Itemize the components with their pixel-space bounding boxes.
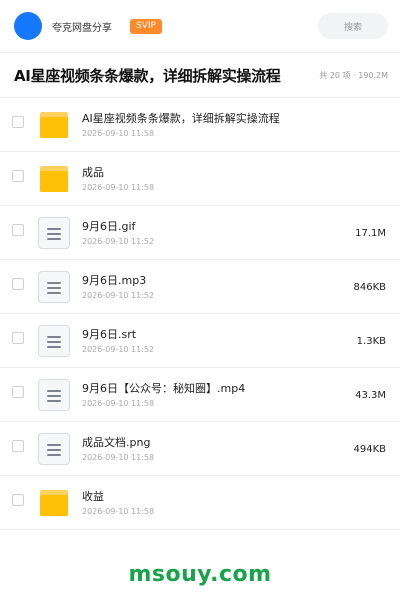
- row-checkbox[interactable]: [12, 494, 24, 506]
- row-checkbox[interactable]: [12, 332, 24, 344]
- document-icon: [37, 216, 71, 250]
- item-summary: 共 20 项 · 190.2M: [319, 70, 388, 80]
- avatar[interactable]: [14, 12, 42, 40]
- row-checkbox[interactable]: [12, 440, 24, 452]
- file-date: 2026-09-10 11:58: [82, 507, 155, 516]
- file-name: 9月6日【公众号：秘知圈】.mp4: [82, 382, 246, 395]
- page-title: AI星座视频条条爆款，详细拆解实操流程: [14, 66, 281, 85]
- folder-icon: [37, 162, 71, 196]
- file-size: 1.3KB: [356, 336, 386, 347]
- list-item[interactable]: 成品 2026-09-10 11:58: [0, 152, 400, 206]
- list-item[interactable]: 成品文档.png 2026-09-10 11:58 494KB: [0, 422, 400, 476]
- file-date: 2026-09-10 11:58: [82, 183, 155, 192]
- document-icon: [37, 432, 71, 466]
- search-placeholder: 搜索: [343, 22, 362, 33]
- file-name: 9月6日.srt: [82, 328, 137, 341]
- file-date: 2026-09-10 11:52: [82, 237, 155, 246]
- svip-badge: SVIP: [130, 18, 162, 34]
- share-name: 夸克网盘分享: [52, 22, 112, 34]
- file-name: AI星座视频条条爆款，详细拆解实操流程: [82, 112, 280, 125]
- file-date: 2026-09-10 11:58: [82, 453, 155, 462]
- list-item[interactable]: 9月6日.gif 2026-09-10 11:52 17.1M: [0, 206, 400, 260]
- document-icon: [37, 270, 71, 304]
- row-checkbox[interactable]: [12, 116, 24, 128]
- file-name: 收益: [82, 490, 104, 503]
- row-checkbox[interactable]: [12, 278, 24, 290]
- folder-title-bar: AI星座视频条条爆款，详细拆解实操流程 共 20 项 · 190.2M: [0, 52, 400, 98]
- file-size: 494KB: [353, 444, 386, 455]
- file-date: 2026-09-10 11:52: [82, 345, 155, 354]
- list-item[interactable]: AI星座视频条条爆款，详细拆解实操流程 2026-09-10 11:58: [0, 98, 400, 152]
- file-name: 9月6日.gif: [82, 220, 136, 233]
- file-size: 43.3M: [355, 390, 386, 401]
- list-item[interactable]: 9月6日.srt 2026-09-10 11:52 1.3KB: [0, 314, 400, 368]
- file-date: 2026-09-10 11:58: [82, 399, 155, 408]
- row-checkbox[interactable]: [12, 224, 24, 236]
- file-name: 9月6日.mp3: [82, 274, 147, 287]
- file-size: 17.1M: [355, 228, 386, 239]
- list-item[interactable]: 9月6日【公众号：秘知圈】.mp4 2026-09-10 11:58 43.3M: [0, 368, 400, 422]
- search-input[interactable]: 搜索: [318, 13, 388, 39]
- document-icon: [37, 378, 71, 412]
- folder-icon: [37, 108, 71, 142]
- file-size: 846KB: [353, 282, 386, 293]
- file-list: AI星座视频条条爆款，详细拆解实操流程 2026-09-10 11:58 成品 …: [0, 98, 400, 530]
- file-name: 成品文档.png: [82, 436, 151, 449]
- row-checkbox[interactable]: [12, 170, 24, 182]
- file-date: 2026-09-10 11:52: [82, 291, 155, 300]
- document-icon: [37, 324, 71, 358]
- file-name: 成品: [82, 166, 104, 179]
- row-checkbox[interactable]: [12, 386, 24, 398]
- site-watermark: msouy.com: [128, 562, 272, 587]
- list-item[interactable]: 收益 2026-09-10 11:58: [0, 476, 400, 530]
- share-header: 夸克网盘分享 SVIP 搜索: [0, 0, 400, 52]
- list-item[interactable]: 9月6日.mp3 2026-09-10 11:52 846KB: [0, 260, 400, 314]
- file-date: 2026-09-10 11:58: [82, 129, 155, 138]
- folder-icon: [37, 486, 71, 520]
